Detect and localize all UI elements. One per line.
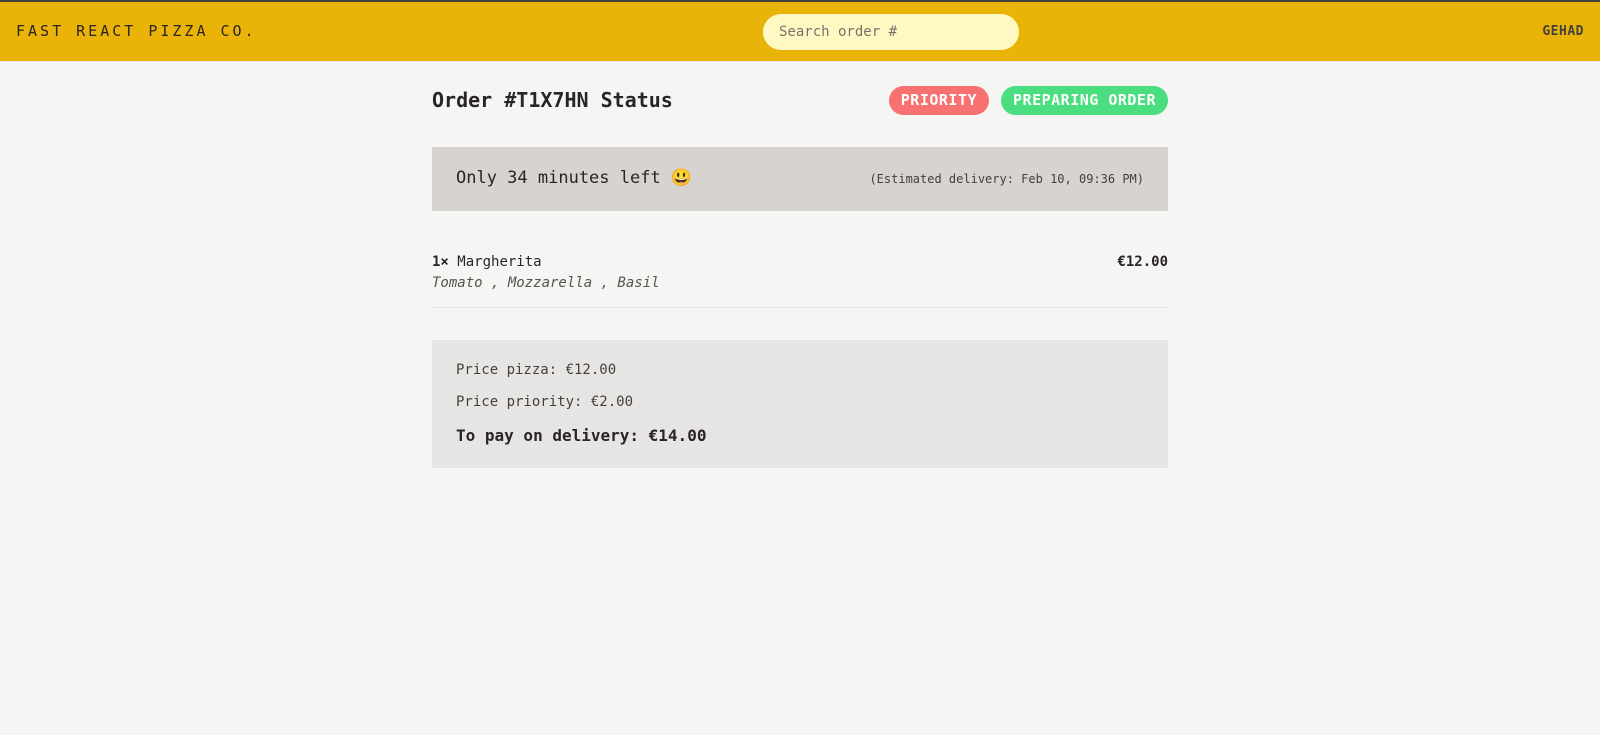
app-logo-link[interactable]: Fast React Pizza Co. [16, 22, 257, 40]
item-name: Margherita [457, 254, 542, 270]
list-item: 1× Margherita €12.00 Tomato , Mozzarella… [432, 242, 1168, 308]
item-ingredients: Tomato , Mozzarella , Basil [432, 275, 660, 291]
status-badges: Priority Preparing order [888, 86, 1168, 115]
time-remaining: Only 34 minutes left 😃 [456, 168, 693, 188]
delivery-eta-box: Only 34 minutes left 😃 (Estimated delive… [432, 147, 1168, 211]
status-badge: Preparing order [1001, 86, 1168, 115]
page-title: Order #T1X7HN Status [432, 88, 673, 112]
priority-badge: Priority [888, 86, 990, 115]
item-quantity: 1× [432, 254, 449, 270]
price-pizza: Price pizza: €12.00 [456, 362, 617, 378]
price-priority: Price priority: €2.00 [456, 394, 634, 410]
item-price: €12.00 [1117, 254, 1168, 270]
price-summary: Price pizza: €12.00 Price priority: €2.0… [432, 340, 1168, 468]
order-items-list: 1× Margherita €12.00 Tomato , Mozzarella… [432, 242, 1168, 308]
estimated-delivery: (Estimated delivery: Feb 10, 09:36 PM) [869, 172, 1144, 186]
total-to-pay: To pay on delivery: €14.00 [456, 426, 707, 445]
order-title-row: Order #T1X7HN Status Priority Preparing … [432, 86, 1168, 116]
item-title: 1× Margherita [432, 254, 542, 270]
search-order-input[interactable] [763, 14, 1019, 50]
app-header: Fast React Pizza Co. GEHAD [0, 0, 1600, 62]
username: GEHAD [1542, 24, 1584, 39]
